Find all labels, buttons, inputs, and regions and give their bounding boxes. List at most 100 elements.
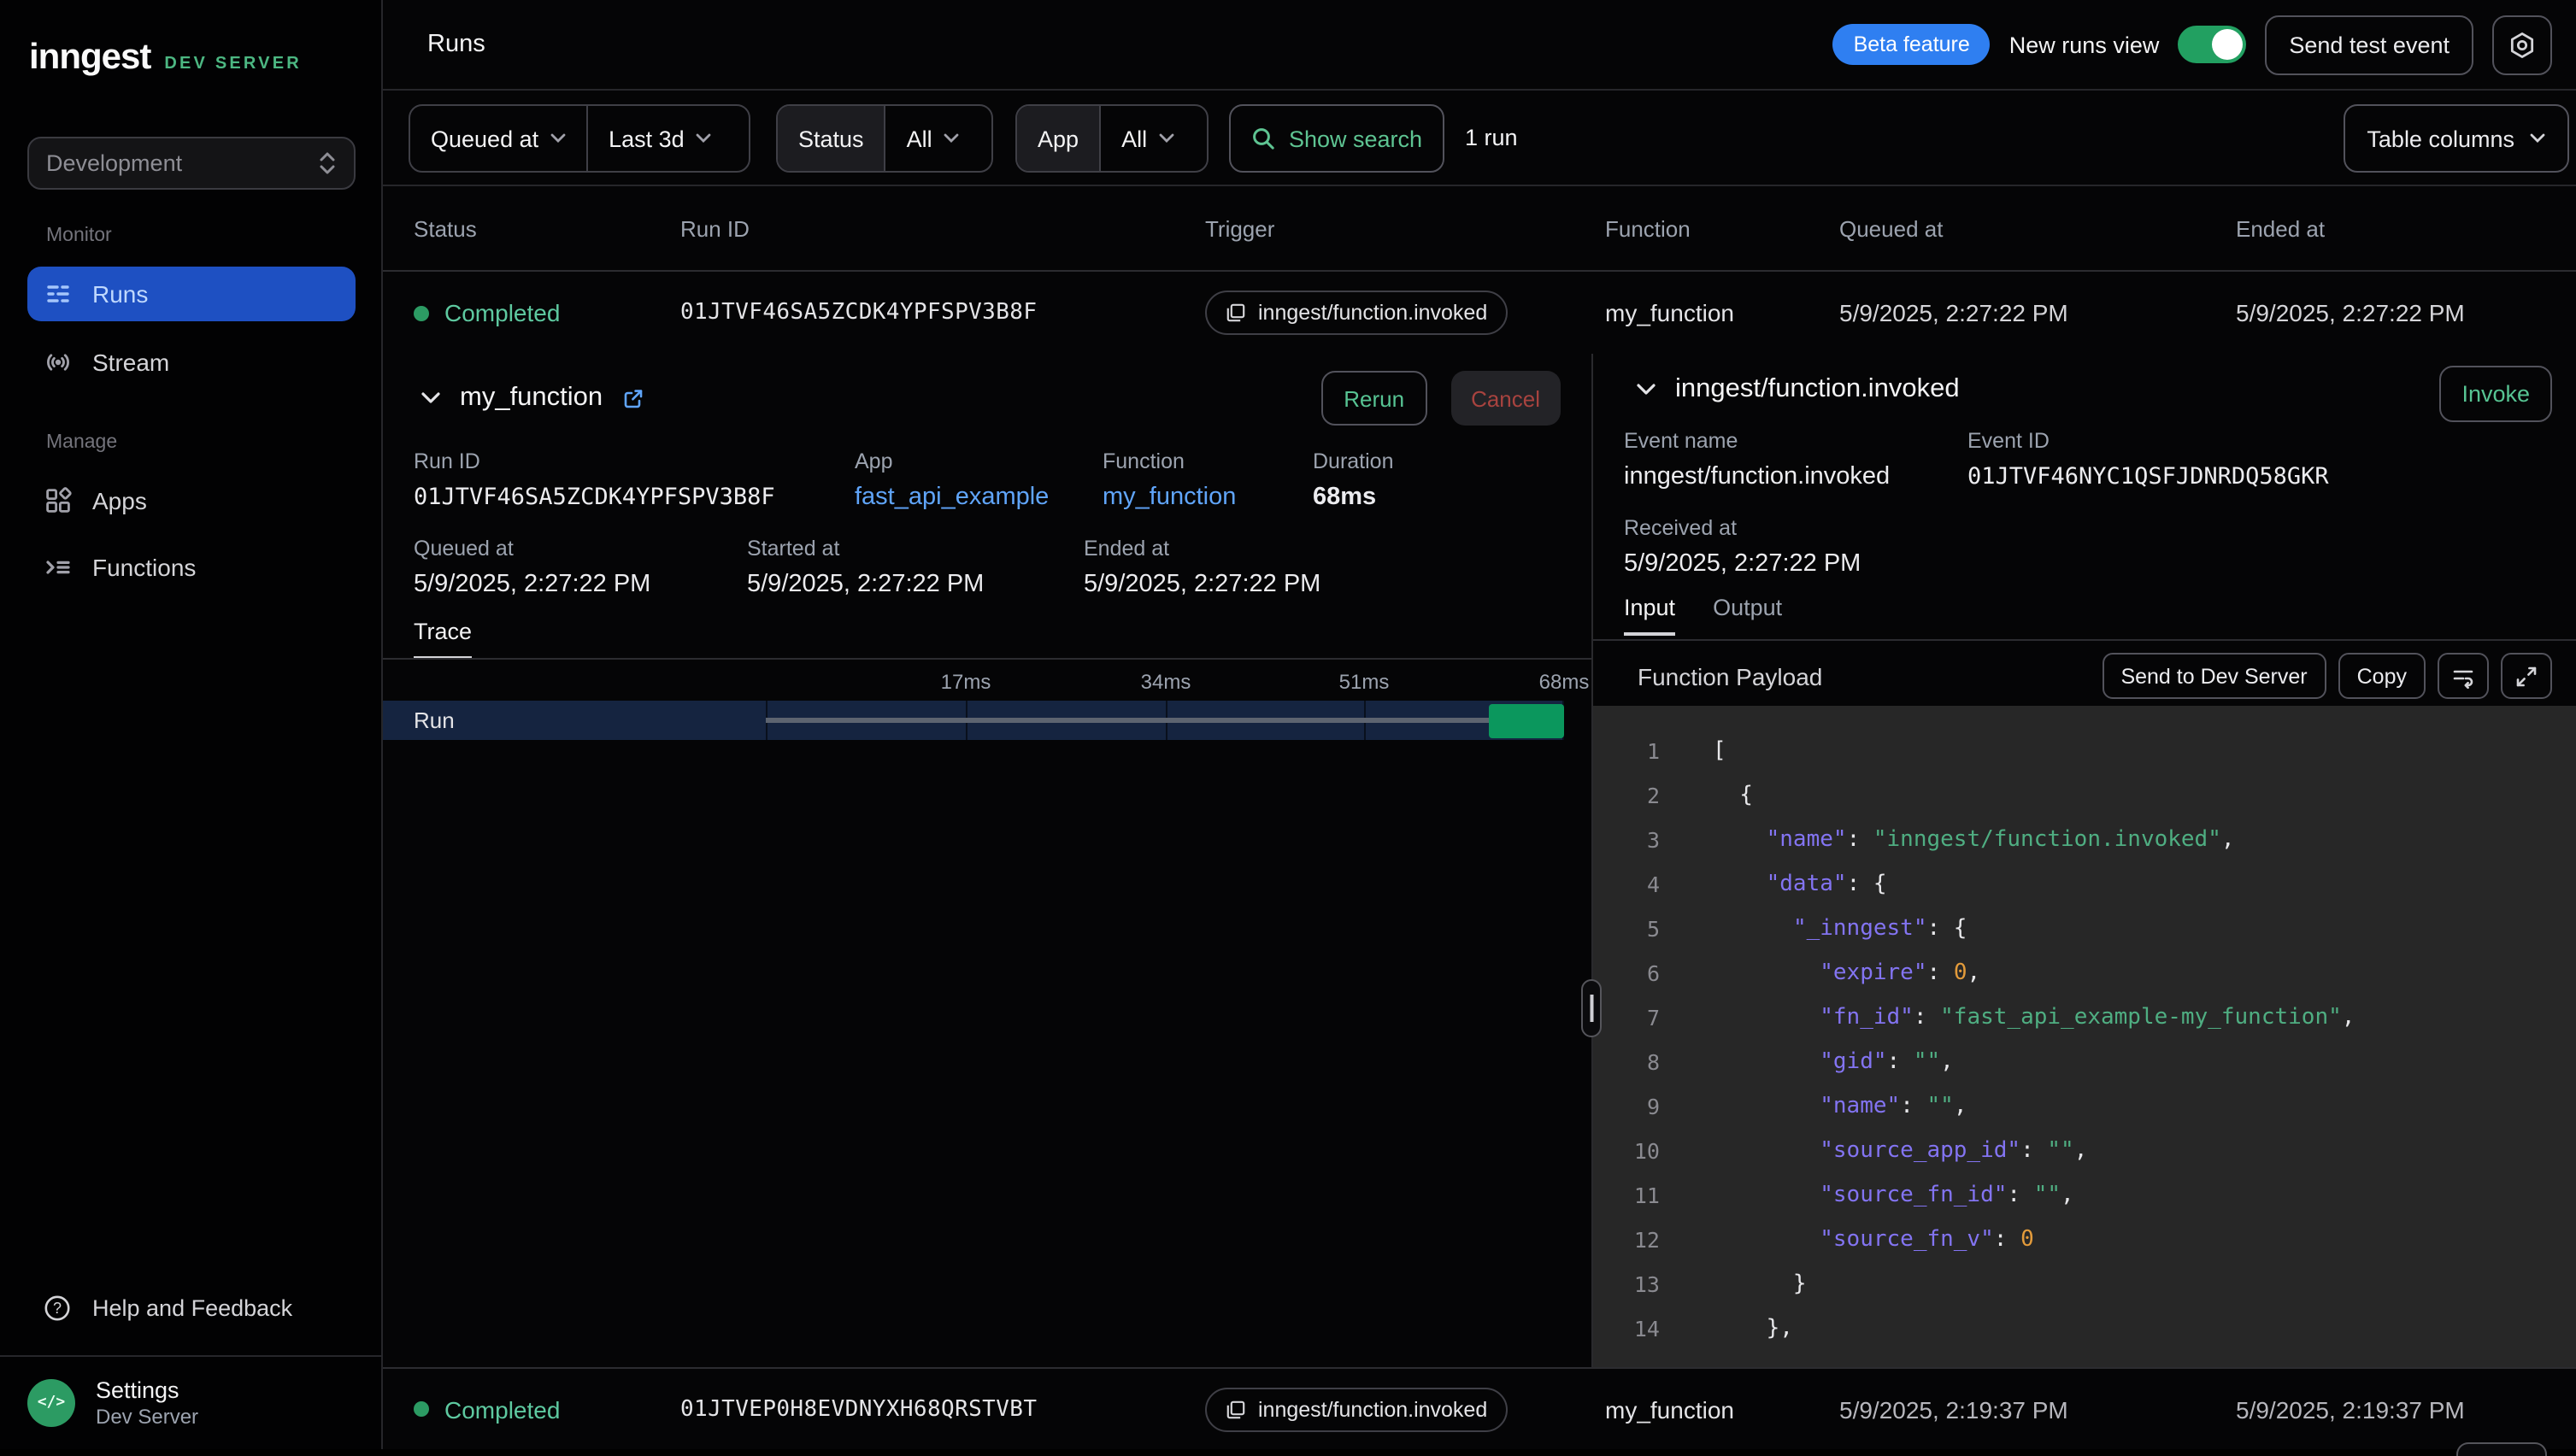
- line-number: 5: [1593, 915, 1660, 941]
- sidebar-item-functions[interactable]: Functions: [27, 540, 356, 595]
- field-started-at: Started at 5/9/2025, 2:27:22 PM: [747, 533, 984, 602]
- copy-button[interactable]: Copy: [2338, 653, 2426, 699]
- payload-code-editor[interactable]: 1[2 {3 "name": "inngest/function.invoked…: [1593, 706, 2576, 1367]
- time-field-dropdown[interactable]: Queued at: [410, 106, 586, 171]
- environment-selector[interactable]: Development: [27, 137, 356, 190]
- line-number: 14: [1593, 1315, 1660, 1341]
- external-link-icon[interactable]: [621, 387, 644, 409]
- dev-server-avatar: </>: [27, 1379, 75, 1427]
- table-columns-label: Table columns: [2367, 126, 2514, 151]
- run-status: Completed: [414, 1395, 560, 1423]
- status-filter: Status All: [776, 104, 993, 173]
- trace-run-label: Run: [414, 701, 455, 740]
- function-link[interactable]: my_function: [1103, 480, 1236, 514]
- time-range-dropdown[interactable]: Last 3d: [586, 106, 732, 171]
- line-number: 2: [1593, 782, 1660, 807]
- settings-entry[interactable]: </> Settings Dev Server: [0, 1355, 381, 1449]
- event-icon: [1226, 1399, 1246, 1419]
- code-line: 3 "name": "inngest/function.invoked",: [1593, 817, 2576, 861]
- partially-visible-button[interactable]: [2456, 1442, 2547, 1456]
- time-filter: Queued at Last 3d: [409, 104, 750, 173]
- payload-toolbar: Function Payload Send to Dev Server Copy: [1593, 646, 2576, 706]
- run-ended-at: 5/9/2025, 2:19:37 PM: [2236, 1395, 2465, 1423]
- top-bar: Runs Beta feature New runs view Send tes…: [383, 0, 2576, 91]
- axis-tick: 17ms: [941, 670, 991, 694]
- chevron-down-icon: [944, 133, 960, 144]
- word-wrap-button[interactable]: [2438, 653, 2489, 699]
- show-search-button[interactable]: Show search: [1229, 104, 1444, 173]
- field-queued-at: Queued at 5/9/2025, 2:27:22 PM: [414, 533, 650, 602]
- sidebar-item-label: Apps: [92, 487, 147, 514]
- tab-output[interactable]: Output: [1713, 595, 1782, 636]
- app-filter-label: App: [1017, 106, 1099, 171]
- send-test-event-button[interactable]: Send test event: [2265, 15, 2473, 74]
- field-ended-at: Ended at 5/9/2025, 2:27:22 PM: [1084, 533, 1320, 602]
- divider: [383, 658, 1591, 660]
- table-row[interactable]: Completed 01JTVF46SA5ZCDK4YPFSPV3B8F inn…: [383, 272, 2576, 354]
- sidebar-item-label: Functions: [92, 554, 196, 581]
- collapse-chevron-icon[interactable]: [421, 391, 441, 405]
- run-ended-at: 5/9/2025, 2:27:22 PM: [2236, 299, 2465, 326]
- tab-input[interactable]: Input: [1624, 595, 1675, 636]
- app-filter-dropdown[interactable]: All: [1099, 106, 1195, 171]
- trace-step-block[interactable]: [1489, 703, 1564, 737]
- table-row[interactable]: Completed 01JTVEP0H8EVDNYXH68QRSTVBT inn…: [383, 1367, 2576, 1449]
- run-count: 1 run: [1465, 91, 1518, 185]
- rerun-button[interactable]: Rerun: [1321, 371, 1426, 426]
- invoke-button[interactable]: Invoke: [2439, 366, 2552, 422]
- send-to-dev-server-button[interactable]: Send to Dev Server: [2102, 653, 2326, 699]
- panel-resize-handle[interactable]: [1581, 979, 1602, 1037]
- collapse-chevron-icon[interactable]: [1636, 383, 1656, 396]
- tab-trace[interactable]: Trace: [414, 619, 472, 660]
- time-field-value: Queued at: [431, 126, 538, 151]
- status-dot: [414, 1401, 429, 1417]
- code-line: 13 }: [1593, 1261, 2576, 1306]
- beta-feature-badge: Beta feature: [1833, 24, 1991, 65]
- cancel-button[interactable]: Cancel: [1450, 371, 1561, 426]
- code-line: 10 "source_app_id": "",: [1593, 1128, 2576, 1172]
- dev-server-badge: DEV SERVER: [164, 55, 302, 73]
- trigger-badge[interactable]: inngest/function.invoked: [1205, 1387, 1508, 1431]
- run-id: 01JTVF46SA5ZCDK4YPFSPV3B8F: [680, 300, 1037, 326]
- line-number: 9: [1593, 1093, 1660, 1118]
- code-line: 11 "source_fn_id": "",: [1593, 1172, 2576, 1217]
- status-filter-dropdown[interactable]: All: [885, 106, 980, 171]
- status-label: Completed: [444, 299, 560, 326]
- sidebar-item-stream[interactable]: Stream: [27, 335, 356, 390]
- new-runs-view-toggle[interactable]: [2178, 26, 2246, 63]
- field-event-id: Event ID 01JTVF46NYC1QSFJDNRDQ58GKR: [1967, 426, 2329, 494]
- status-label: Completed: [444, 1395, 560, 1423]
- run-function: my_function: [1605, 1395, 1734, 1423]
- settings-gear-button[interactable]: [2492, 15, 2552, 74]
- expand-fullscreen-button[interactable]: [2501, 653, 2552, 699]
- payload-title: Function Payload: [1638, 662, 1822, 690]
- field-app: App fast_api_example: [855, 446, 1049, 514]
- main-area: Runs Beta feature New runs view Send tes…: [383, 0, 2576, 1449]
- code-line: 1[: [1593, 728, 2576, 772]
- chevron-updown-icon: [318, 150, 337, 176]
- expand-icon: [2514, 664, 2538, 688]
- line-number: 3: [1593, 826, 1660, 852]
- help-label: Help and Feedback: [92, 1295, 292, 1320]
- divider: [1593, 639, 2576, 641]
- settings-label: Settings: [96, 1376, 198, 1405]
- new-runs-view-label: New runs view: [2009, 32, 2160, 57]
- sidebar-item-label: Runs: [92, 280, 148, 308]
- sidebar-item-runs[interactable]: Runs: [27, 267, 356, 321]
- code-line: 5 "_inngest": {: [1593, 906, 2576, 950]
- run-detail-title: my_function: [460, 383, 603, 414]
- status-filter-label: Status: [778, 106, 885, 171]
- sidebar-item-apps[interactable]: Apps: [27, 473, 356, 528]
- trigger-badge[interactable]: inngest/function.invoked: [1205, 291, 1508, 335]
- logo-wordmark: inngest: [29, 38, 150, 79]
- event-icon: [1226, 302, 1246, 323]
- section-label-manage: Manage: [46, 432, 117, 453]
- section-label-monitor: Monitor: [46, 226, 112, 246]
- table-columns-button[interactable]: Table columns: [2343, 104, 2569, 173]
- help-and-feedback[interactable]: ? Help and Feedback: [27, 1282, 356, 1333]
- trace-waterfall: Run: [383, 701, 1591, 740]
- app-link[interactable]: fast_api_example: [855, 480, 1049, 514]
- trace-run-line: [766, 718, 1489, 723]
- axis-tick: 68ms: [1539, 670, 1590, 694]
- search-icon: [1251, 126, 1275, 150]
